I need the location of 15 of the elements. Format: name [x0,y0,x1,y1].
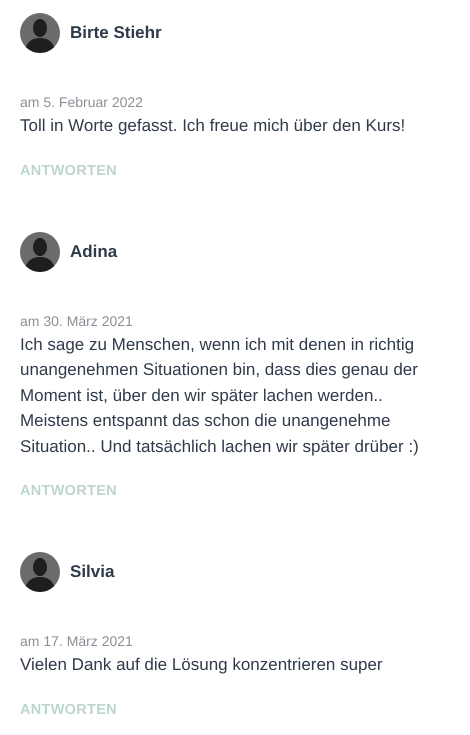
author-name: Silvia [70,561,114,584]
comment-date: am 30. März 2021 [20,312,134,330]
reply-link[interactable]: ANTWORTEN [20,160,117,182]
comment-date: am 17. März 2021 [20,632,134,651]
avatar-icon [20,232,60,272]
comment-date: am 5. Februar 2022 [20,93,144,112]
comment-text: Vielen Dank auf die Lösung konzentrieren super [20,654,384,676]
reply-link[interactable]: ANTWORTEN [20,700,117,722]
comment-text: Ich sage zu Menschen, wenn ich mit denen in richtig unangenehmen Situationen bin, dass dies genau der Moment ist, über den wir später lachen werden.. Meistens entspannt das schon die unangenehme Situation.. Und tatsächlich lachen wir später drüber :) [20,334,420,458]
author-name: Birte Stiehr [70,22,162,44]
author-name: Adina [70,240,118,263]
comment-text: Toll in Worte gefasst. Ich freue mich über den Kurs! [20,115,406,137]
reply-link[interactable]: ANTWORTEN [20,481,117,503]
avatar-icon [20,13,60,53]
avatar-icon [20,552,60,592]
